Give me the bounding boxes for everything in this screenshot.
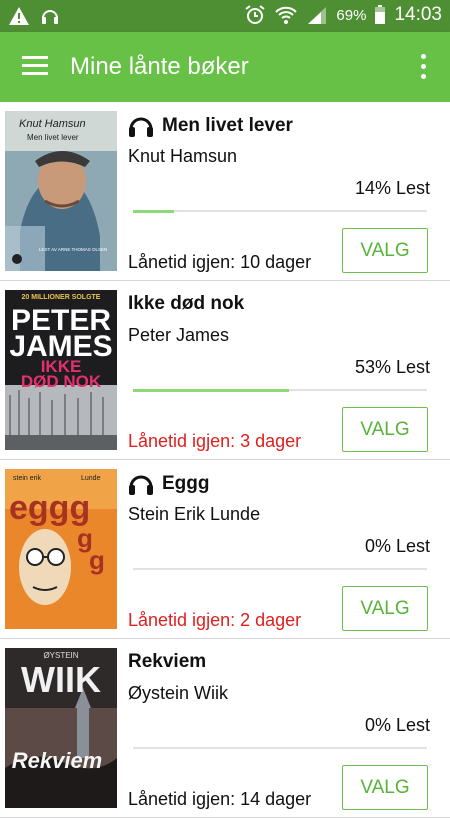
loaned-books-list: Knut Hamsun Men livet lever LEST AV ARNE… [0, 102, 450, 818]
cover-author-text: Knut Hamsun [19, 118, 86, 130]
book-author: Peter James [128, 325, 230, 345]
options-button[interactable]: VALG [342, 765, 428, 810]
progress-bar [133, 209, 427, 213]
cover-banner-text: 20 MILLIONER SOLGTE [22, 294, 101, 301]
book-title: Ikke død nok [128, 293, 245, 314]
page-title: Mine lånte bøker [70, 53, 249, 80]
list-item[interactable]: Knut Hamsun Men livet lever LEST AV ARNE… [0, 102, 450, 281]
signal-icon [308, 7, 327, 24]
book-title: Rekviem [128, 651, 207, 672]
wifi-icon [275, 6, 298, 24]
cover-title-text: eggg [9, 489, 90, 527]
progress-label: 0% Lest [364, 715, 430, 735]
book-title: Eggg [162, 473, 210, 494]
list-item[interactable]: stein erik Lunde eggg g g Eggg Stein Eri… [0, 460, 450, 639]
list-item[interactable]: ØYSTEIN WIIK Rekviem Rekviem Øystein Wii… [0, 639, 450, 818]
progress-label: 0% Lest [364, 536, 430, 556]
headphones-icon [129, 475, 153, 495]
alarm-icon [245, 5, 266, 24]
battery-icon [375, 5, 386, 24]
book-cover[interactable]: Knut Hamsun Men livet lever LEST AV ARNE… [5, 111, 117, 271]
cover-title-text: DØD NOK [21, 372, 102, 391]
progress-bar [133, 568, 427, 570]
book-cover[interactable]: 20 MILLIONER SOLGTE PETER JAMES IKKE DØD… [5, 290, 117, 450]
options-button[interactable]: VALG [342, 407, 428, 452]
svg-text:g: g [89, 545, 105, 575]
book-cover[interactable]: ØYSTEIN WIIK Rekviem [5, 648, 117, 808]
cover-author-text: Lunde [81, 475, 101, 482]
cover-reader-text: LEST AV ARNE THOMAS OLSEN [39, 247, 107, 252]
progress-label: 53% Lest [354, 357, 430, 377]
more-vert-icon[interactable] [420, 54, 428, 80]
book-cover[interactable]: stein erik Lunde eggg g g [5, 469, 117, 629]
warning-icon [9, 7, 29, 25]
progress-bar [133, 747, 427, 749]
headphones-icon [129, 117, 153, 137]
cover-author-text: stein erik [13, 475, 42, 482]
status-bar: 69% 14:03 [0, 0, 450, 32]
loan-remaining: Lånetid igjen: 2 dager [128, 610, 302, 630]
options-button[interactable]: VALG [342, 586, 428, 631]
book-author: Knut Hamsun [128, 146, 238, 166]
cover-title-text: Men livet lever [27, 133, 79, 142]
loan-remaining: Lånetid igjen: 10 dager [128, 252, 312, 272]
list-item[interactable]: 20 MILLIONER SOLGTE PETER JAMES IKKE DØD… [0, 281, 450, 460]
battery-percent: 69% [336, 6, 367, 24]
book-author: Stein Erik Lunde [128, 504, 261, 524]
progress-bar [133, 388, 427, 392]
clock: 14:03 [394, 4, 442, 25]
book-title: Men livet lever [162, 115, 293, 136]
app-bar: Mine lånte bøker [0, 32, 450, 102]
options-button[interactable]: VALG [342, 228, 428, 273]
cover-title-text: Rekviem [12, 748, 103, 773]
book-author: Øystein Wiik [128, 683, 229, 703]
headphones-icon [42, 10, 58, 24]
hamburger-menu-icon[interactable] [22, 56, 48, 76]
progress-label: 14% Lest [354, 178, 430, 198]
cover-author-text: WIIK [21, 659, 101, 700]
loan-remaining: Lånetid igjen: 3 dager [128, 431, 302, 451]
